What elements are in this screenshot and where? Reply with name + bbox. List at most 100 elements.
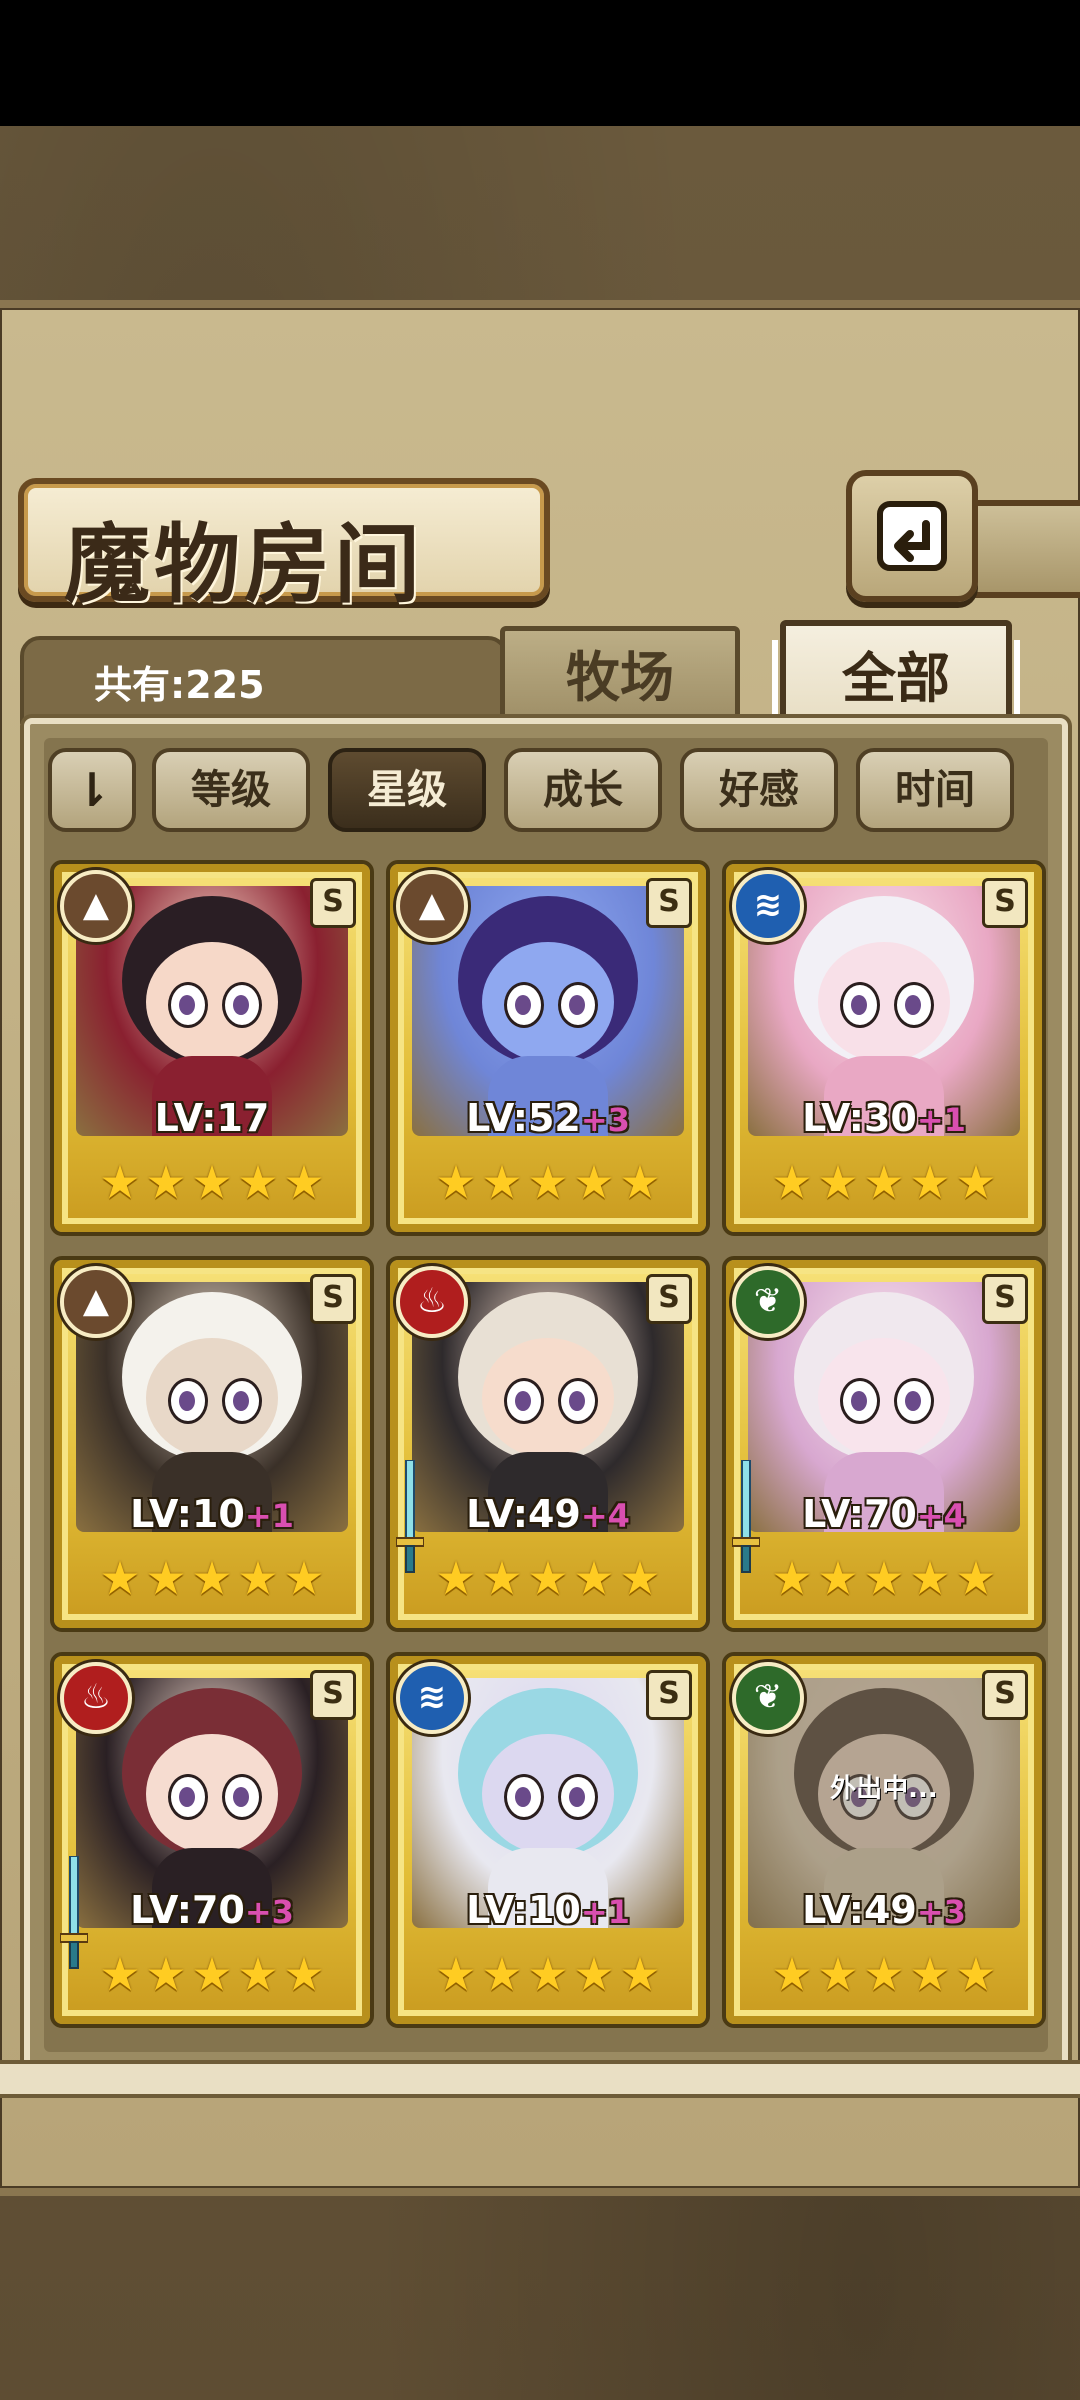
monster-card[interactable]: ▲ S LV:17 ★ ★ ★ ★ ★ <box>50 860 374 1236</box>
star-icon: ★ <box>817 1947 859 2001</box>
star-icon: ★ <box>237 1155 279 1209</box>
grade-badge: S <box>646 1274 692 1324</box>
sort-affinity-button[interactable]: 好感 <box>680 748 838 832</box>
status-bar <box>0 0 1080 126</box>
sort-time-button[interactable]: 时间 <box>856 748 1014 832</box>
star-icon: ★ <box>573 1947 615 2001</box>
monster-eye <box>504 1774 544 1820</box>
star-icon: ★ <box>955 1551 997 1605</box>
star-icon: ★ <box>145 1155 187 1209</box>
leaf-icon: ❦ <box>732 1266 804 1338</box>
star-icon: ★ <box>619 1947 661 2001</box>
sort-star-button[interactable]: 星级 <box>328 748 486 832</box>
star-icon: ★ <box>237 1551 279 1605</box>
tab-decor-left <box>772 640 778 716</box>
star-icon: ★ <box>481 1155 523 1209</box>
star-icon: ★ <box>909 1947 951 2001</box>
return-icon <box>877 501 947 571</box>
monster-card[interactable]: ≋ S LV:10+1 ★ ★ ★ ★ ★ <box>386 1652 710 2028</box>
monster-card[interactable]: ♨ S LV:49+4 ★ ★ ★ ★ ★ <box>386 1256 710 1632</box>
monster-card[interactable]: ❦ S LV:70+4 ★ ★ ★ ★ ★ <box>722 1256 1046 1632</box>
monster-eye <box>168 1378 208 1424</box>
leaf-icon: ❦ <box>732 1662 804 1734</box>
star-rating: ★ ★ ★ ★ ★ <box>98 1950 326 2000</box>
monster-card[interactable]: ▲ S LV:52+3 ★ ★ ★ ★ ★ <box>386 860 710 1236</box>
level-bonus: +1 <box>580 1893 630 1931</box>
star-icon: ★ <box>817 1155 859 1209</box>
monster-level: LV:30+1 <box>726 1096 1042 1140</box>
monster-eye <box>504 982 544 1028</box>
star-icon: ★ <box>481 1947 523 2001</box>
panel-bottom-bar <box>0 2060 1080 2098</box>
level-value: LV:70 <box>130 1888 245 1932</box>
star-icon: ★ <box>863 1947 905 2001</box>
star-icon: ★ <box>145 1551 187 1605</box>
monster-level: LV:70+4 <box>726 1492 1042 1536</box>
monster-eye <box>840 982 880 1028</box>
star-rating: ★ ★ ★ ★ ★ <box>770 1554 998 1604</box>
star-icon: ★ <box>191 1155 233 1209</box>
mountain-icon: ▲ <box>60 1266 132 1338</box>
grade-badge: S <box>310 1274 356 1324</box>
monster-eye <box>168 982 208 1028</box>
level-value: LV:49 <box>466 1492 581 1536</box>
total-count: 共有:225 <box>94 663 265 707</box>
star-icon: ★ <box>771 1947 813 2001</box>
monster-card[interactable]: ≋ S LV:30+1 ★ ★ ★ ★ ★ <box>722 860 1046 1236</box>
monster-level: LV:49+4 <box>390 1492 706 1536</box>
level-bonus: +4 <box>916 1497 966 1535</box>
level-bonus: +3 <box>916 1893 966 1931</box>
monster-eye <box>840 1378 880 1424</box>
star-icon: ★ <box>817 1551 859 1605</box>
grade-badge: S <box>646 878 692 928</box>
level-value: LV:17 <box>154 1096 270 1140</box>
sort-direction-icon: ⇂ <box>72 763 112 817</box>
level-value: LV:10 <box>130 1492 245 1536</box>
monster-card[interactable]: ▲ S LV:10+1 ★ ★ ★ ★ ★ <box>50 1256 374 1632</box>
monster-level: LV:10+1 <box>54 1492 370 1536</box>
sort-direction-button[interactable]: ⇂ <box>48 748 136 832</box>
level-value: LV:70 <box>802 1492 917 1536</box>
star-rating: ★ ★ ★ ★ ★ <box>434 1950 662 2000</box>
flame-icon: ♨ <box>396 1266 468 1338</box>
star-rating: ★ ★ ★ ★ ★ <box>770 1950 998 2000</box>
star-icon: ★ <box>955 1947 997 2001</box>
grade-badge: S <box>310 1670 356 1720</box>
star-icon: ★ <box>481 1551 523 1605</box>
star-icon: ★ <box>435 1551 477 1605</box>
grade-badge: S <box>982 1670 1028 1720</box>
star-icon: ★ <box>191 1551 233 1605</box>
star-icon: ★ <box>909 1551 951 1605</box>
tab-ranch[interactable]: 牧场 <box>500 626 740 728</box>
star-icon: ★ <box>99 1155 141 1209</box>
back-button[interactable] <box>846 470 978 602</box>
away-status: 外出中... <box>830 1774 938 1804</box>
level-value: LV:52 <box>466 1096 581 1140</box>
star-icon: ★ <box>955 1155 997 1209</box>
star-icon: ★ <box>527 1155 569 1209</box>
star-icon: ★ <box>191 1947 233 2001</box>
monster-eye <box>222 1774 262 1820</box>
level-value: LV:30 <box>802 1096 917 1140</box>
monster-card[interactable]: 外出中... ❦ S LV:49+3 ★ ★ ★ ★ ★ <box>722 1652 1046 2028</box>
monster-level: LV:52+3 <box>390 1096 706 1140</box>
monster-eye <box>558 1774 598 1820</box>
level-bonus: +1 <box>916 1101 966 1139</box>
star-icon: ★ <box>573 1155 615 1209</box>
star-rating: ★ ★ ★ ★ ★ <box>98 1158 326 1208</box>
back-rail <box>966 500 1080 598</box>
monster-eye <box>222 1378 262 1424</box>
total-count-bar: 共有:225 <box>20 636 508 724</box>
monster-card[interactable]: ♨ S LV:70+3 ★ ★ ★ ★ ★ <box>50 1652 374 2028</box>
star-icon: ★ <box>863 1155 905 1209</box>
sort-level-button[interactable]: 等级 <box>152 748 310 832</box>
level-bonus: +1 <box>244 1497 294 1535</box>
sort-growth-button[interactable]: 成长 <box>504 748 662 832</box>
grade-badge: S <box>982 878 1028 928</box>
star-icon: ★ <box>771 1551 813 1605</box>
monster-level: LV:10+1 <box>390 1888 706 1932</box>
level-value: LV:10 <box>466 1888 581 1932</box>
star-icon: ★ <box>619 1551 661 1605</box>
level-value: LV:49 <box>802 1888 917 1932</box>
monster-eye <box>504 1378 544 1424</box>
